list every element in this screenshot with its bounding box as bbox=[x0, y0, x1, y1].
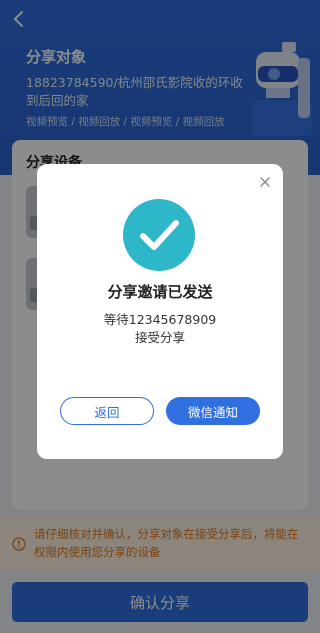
waiting-phone-text: 等待12345678909 bbox=[103, 312, 217, 327]
share-sent-dialog: 分享邀请已发送 等待12345678909 接受分享 返回 微信通知 bbox=[37, 164, 283, 459]
dialog-title: 分享邀请已发送 bbox=[107, 283, 213, 301]
close-icon[interactable] bbox=[255, 172, 275, 192]
return-button[interactable]: 返回 bbox=[60, 397, 154, 425]
success-check-icon bbox=[123, 199, 195, 271]
wechat-notify-button[interactable]: 微信通知 bbox=[166, 397, 260, 425]
accept-share-text: 接受分享 bbox=[134, 330, 185, 345]
share-page: 分享对象 18823784590/杭州邵氏影院收的环收到后回的家 视频预览 / … bbox=[0, 0, 320, 633]
